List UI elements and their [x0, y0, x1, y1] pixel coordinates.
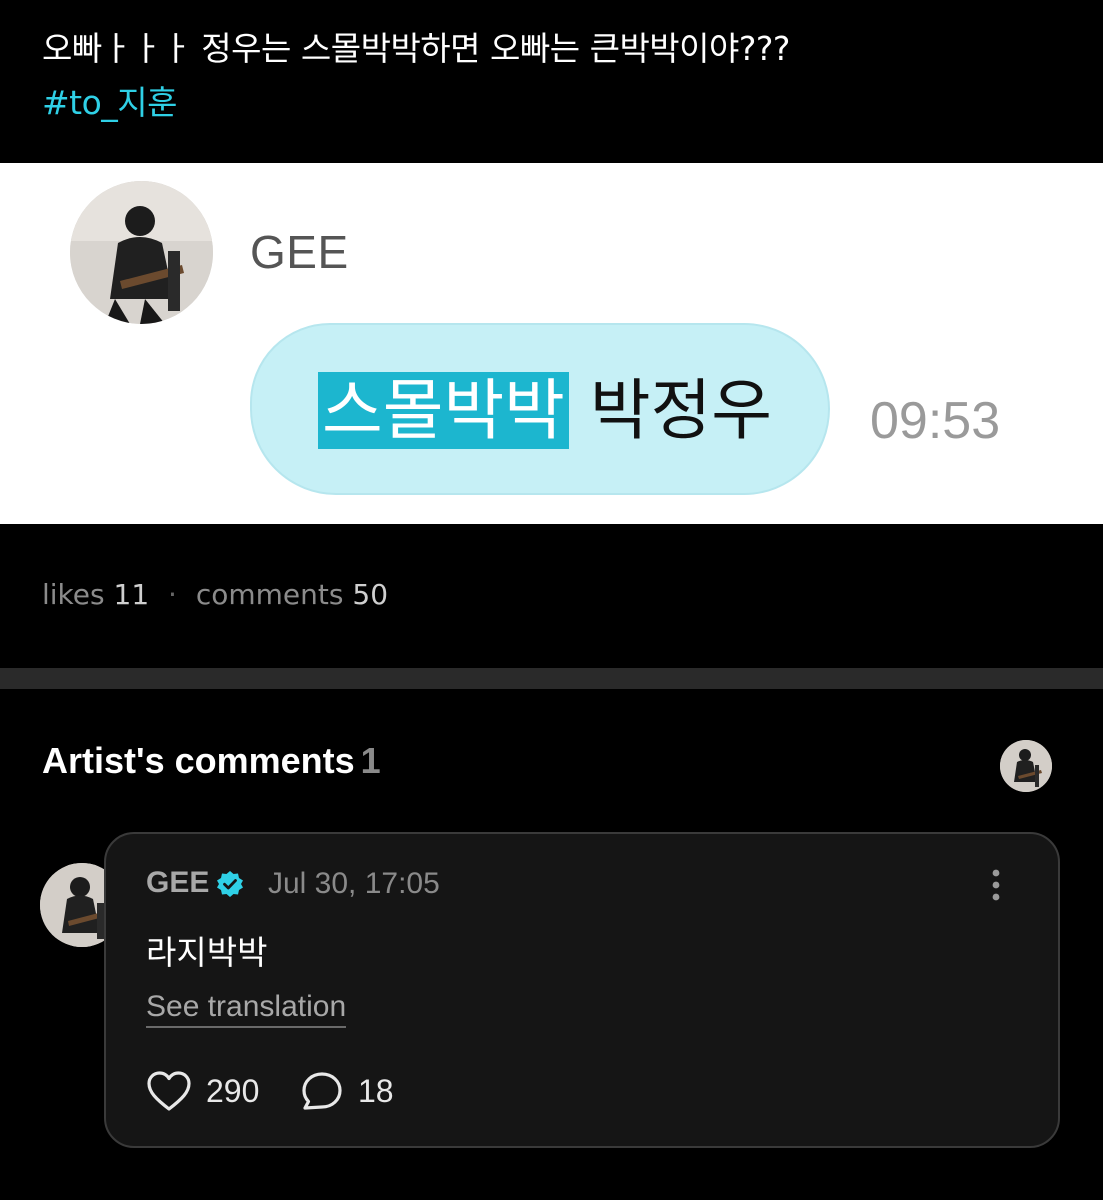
- post-stats: likes 11 · comments 50: [42, 578, 388, 611]
- chat-message: 스몰박박 박정우: [318, 367, 772, 455]
- more-options-icon[interactable]: [990, 868, 1002, 902]
- likes-count[interactable]: 11: [114, 578, 150, 611]
- verified-check-icon: [217, 871, 243, 897]
- reply-button[interactable]: 18: [300, 1070, 394, 1112]
- reply-count: 18: [358, 1072, 394, 1109]
- comment-bubble-icon: [302, 1072, 342, 1110]
- artist-comments-count: 1: [360, 740, 381, 781]
- like-count: 290: [206, 1072, 260, 1109]
- post-hashtag[interactable]: #to_지훈: [42, 76, 1072, 130]
- chat-message-rest: 박정우: [568, 372, 773, 449]
- artist-comment-card: GEE Jul 30, 17:05 라지박박 See translation 2…: [104, 832, 1060, 1148]
- like-button[interactable]: 290: [146, 1070, 259, 1112]
- post-text: 오빠ㅏㅏㅏ 정우는 스몰박박하면 오빠는 큰박박이야???: [42, 29, 790, 68]
- likes-label: likes: [42, 578, 105, 611]
- chat-time: 09:53: [870, 392, 1001, 450]
- artist-comments-header: Artist's comments 1: [42, 740, 381, 782]
- artist-comments-title: Artist's comments: [42, 740, 355, 781]
- comments-count[interactable]: 50: [352, 578, 388, 611]
- post-screen: 오빠ㅏㅏㅏ 정우는 스몰박박하면 오빠는 큰박박이야??? #to_지훈 GEE…: [0, 0, 1103, 1200]
- artist-avatar-small[interactable]: [1000, 740, 1052, 792]
- comments-label: comments: [195, 578, 344, 611]
- heart-icon: [147, 1071, 191, 1111]
- chat-avatar: [70, 181, 213, 324]
- chat-bubble: 스몰박박 박정우: [250, 323, 830, 495]
- comment-date: Jul 30, 17:05: [268, 867, 440, 900]
- chat-sender-name: GEE: [250, 226, 349, 278]
- chat-message-highlight: 스몰박박: [318, 372, 569, 449]
- see-translation-link[interactable]: See translation: [146, 990, 347, 1028]
- section-divider: [0, 668, 1103, 689]
- stats-separator: ·: [168, 578, 177, 611]
- comment-body: 라지박박: [146, 933, 268, 972]
- comment-author-name[interactable]: GEE: [146, 866, 209, 900]
- attached-chat-image[interactable]: GEE 스몰박박 박정우 09:53: [0, 163, 1103, 524]
- post-body: 오빠ㅏㅏㅏ 정우는 스몰박박하면 오빠는 큰박박이야??? #to_지훈: [42, 22, 1072, 130]
